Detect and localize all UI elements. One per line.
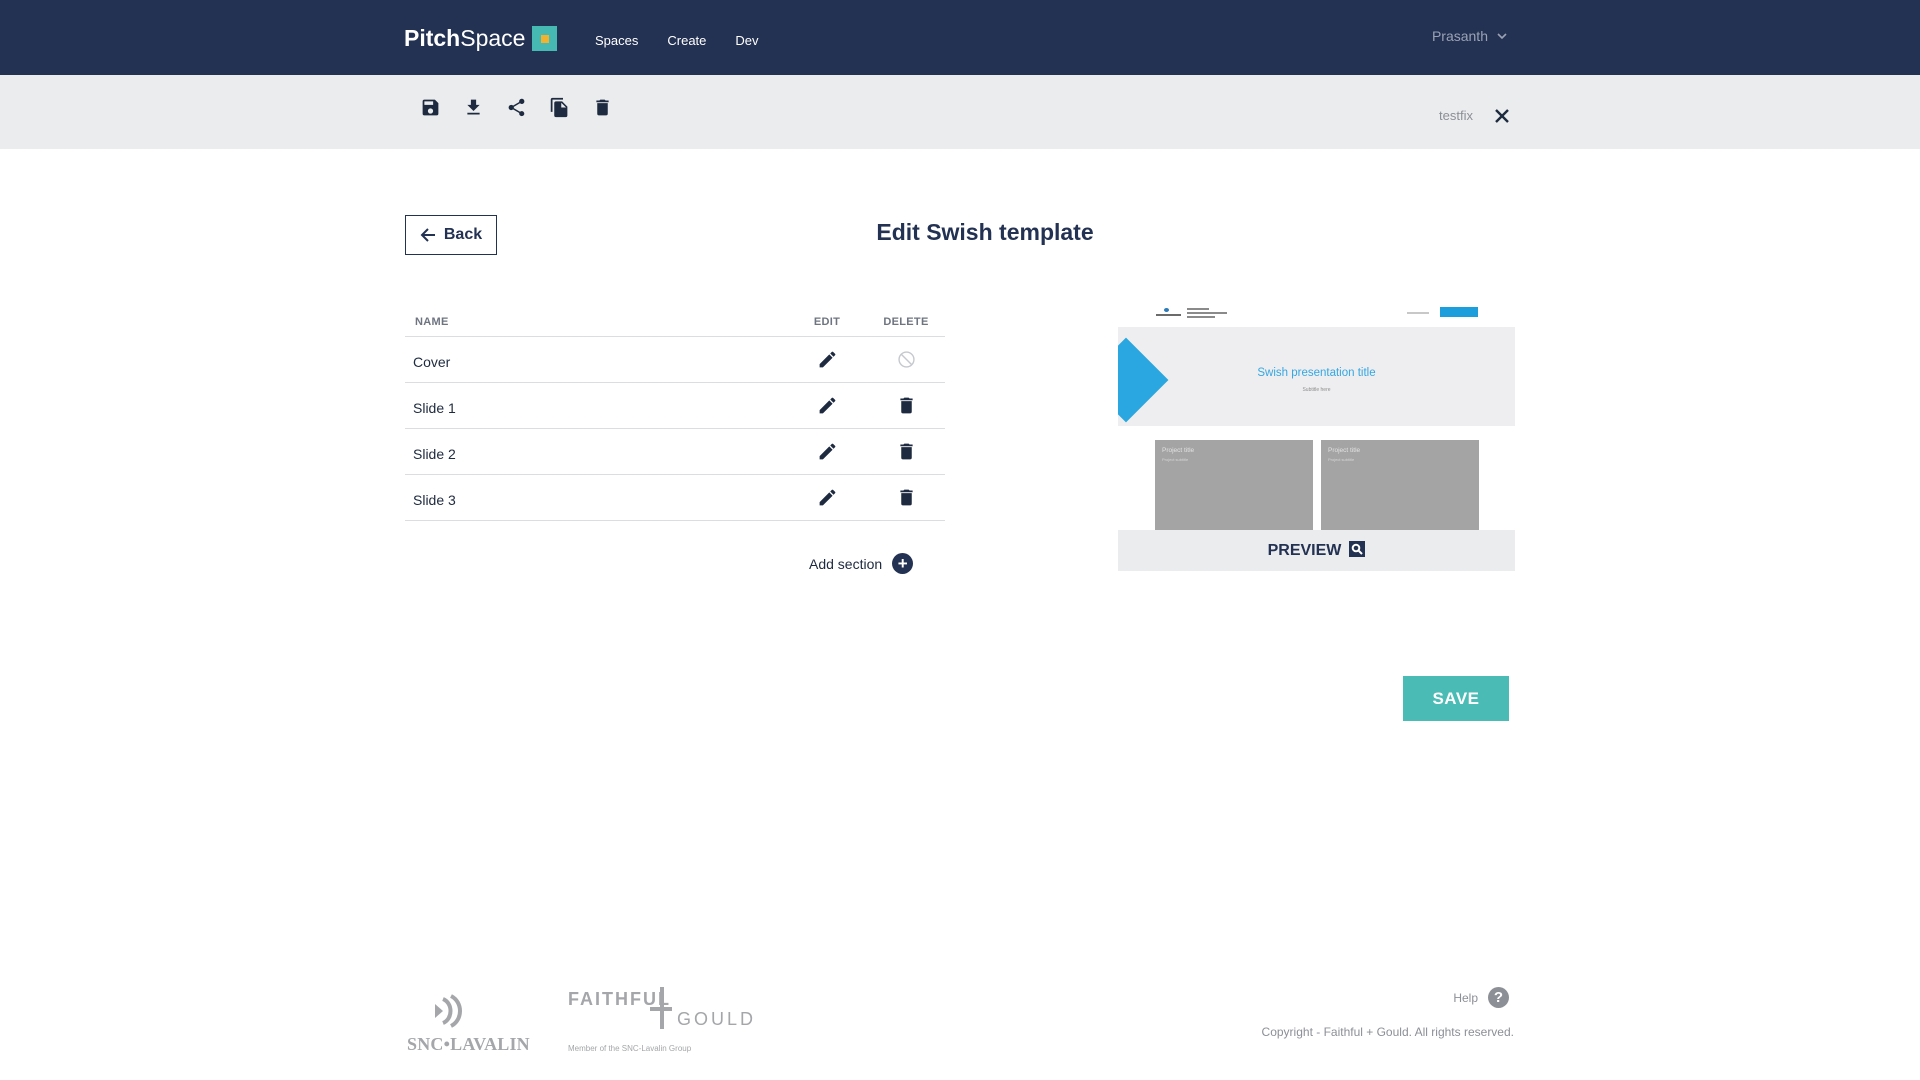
arrow-left-icon [420,228,435,242]
snc-lavalin-mark-icon [435,994,462,1028]
help-link[interactable]: Help ? [1453,987,1509,1008]
fg-wordmark-bottom: GOULD [677,1009,757,1029]
page-title: Edit Swish template [876,219,1094,245]
edit-icon[interactable] [817,349,838,370]
save-button[interactable]: SAVE [1403,676,1509,721]
preview-cta-button [1440,307,1478,317]
document-toolbar [0,75,1920,149]
section-name: Slide 1 [413,399,456,416]
brand-name-light: Space [460,24,526,51]
document-name: testfix [1439,108,1473,123]
preview-slide-header [1118,300,1515,327]
table-row: Slide 3 [405,475,945,521]
delete-icon[interactable] [592,97,613,118]
preview-hero: Swish presentation title Subtitle here [1118,327,1515,426]
close-icon[interactable] [1494,108,1510,124]
nav-item-spaces[interactable]: Spaces [595,33,638,48]
sections-table: NAME EDIT DELETE Cover Slide 1 Slide 2 S… [405,307,945,521]
user-name: Prasanth [1431,28,1488,44]
nav-item-create[interactable]: Create [667,33,706,48]
preview-snc-logo [1156,308,1181,316]
main-nav: Spaces Create Dev [595,33,759,48]
preview-fg-logo [1187,308,1227,318]
pitchspace-logo[interactable]: Pitch Space [404,24,558,52]
table-row: Slide 1 [405,383,945,429]
magnifier-icon [1349,540,1366,557]
top-nav-bar [0,0,1920,75]
save-icon[interactable] [420,97,441,118]
preview-diamond-shape [1118,337,1169,423]
chevron-down-icon [1497,33,1507,40]
preview-project-card: Project title Project subtitle [1321,440,1479,530]
edit-icon[interactable] [817,487,838,508]
preview-button[interactable]: PREVIEW [1118,530,1515,571]
preview-card-title: Project title [1328,447,1361,454]
user-menu[interactable]: Prasanth [1432,28,1508,44]
preview-project-card: Project title Project subtitle [1155,440,1313,530]
column-header-name: NAME [415,315,449,328]
help-label: Help [1453,990,1478,1005]
section-name: Slide 2 [413,445,456,462]
share-icon[interactable] [506,97,527,118]
preview-slide-title: Swish presentation title [1257,367,1376,379]
fg-member-text: Member of the SNC-Lavalin Group [568,1044,692,1053]
back-button[interactable]: Back [405,215,497,255]
preview-card-title: Project title [1162,447,1195,454]
preview-card-subtitle: Project subtitle [1162,457,1189,462]
table-row: Slide 2 [405,429,945,475]
brand-name-bold: Pitch [404,24,461,51]
table-row: Cover [405,337,945,383]
preview-slide-subtitle: Subtitle here [1302,387,1331,393]
download-icon[interactable] [463,97,484,118]
brand-square-icon [532,25,558,51]
copy-icon[interactable] [549,97,570,118]
trash-icon[interactable] [896,441,917,462]
column-header-delete: DELETE [883,315,929,328]
snc-lavalin-logo: SNC•LAVALIN [405,990,535,1055]
preview-button-label: PREVIEW [1267,541,1342,559]
back-button-label: Back [443,226,483,243]
edit-icon[interactable] [817,395,838,416]
fg-plus-mark-bar [650,1007,672,1011]
template-preview: Swish presentation title Subtitle here P… [1118,300,1515,571]
add-section-label: Add section [809,555,883,572]
plus-circle-icon: + [892,553,914,574]
add-section-button[interactable]: Add section + [809,553,914,574]
trash-icon[interactable] [896,395,917,416]
help-question-icon: ? [1488,987,1509,1008]
copyright-text: Copyright - Faithful + Gould. All rights… [1261,1025,1514,1039]
toolbar-actions [420,97,613,118]
section-name: Cover [413,353,451,370]
preview-card-subtitle: Project subtitle [1328,457,1355,462]
preview-nav-link [1407,312,1429,314]
column-header-edit: EDIT [813,315,841,328]
delete-disabled-icon [897,351,915,368]
section-name: Slide 3 [413,491,456,508]
nav-item-dev[interactable]: Dev [735,33,758,48]
trash-icon[interactable] [896,487,917,508]
table-header: NAME EDIT DELETE [405,307,945,337]
snc-lavalin-wordmark: SNC•LAVALIN [407,1034,530,1054]
faithful-gould-logo: FAITHFUL GOULD Member of the SNC-Lavalin… [568,985,768,1055]
edit-icon[interactable] [817,441,838,462]
